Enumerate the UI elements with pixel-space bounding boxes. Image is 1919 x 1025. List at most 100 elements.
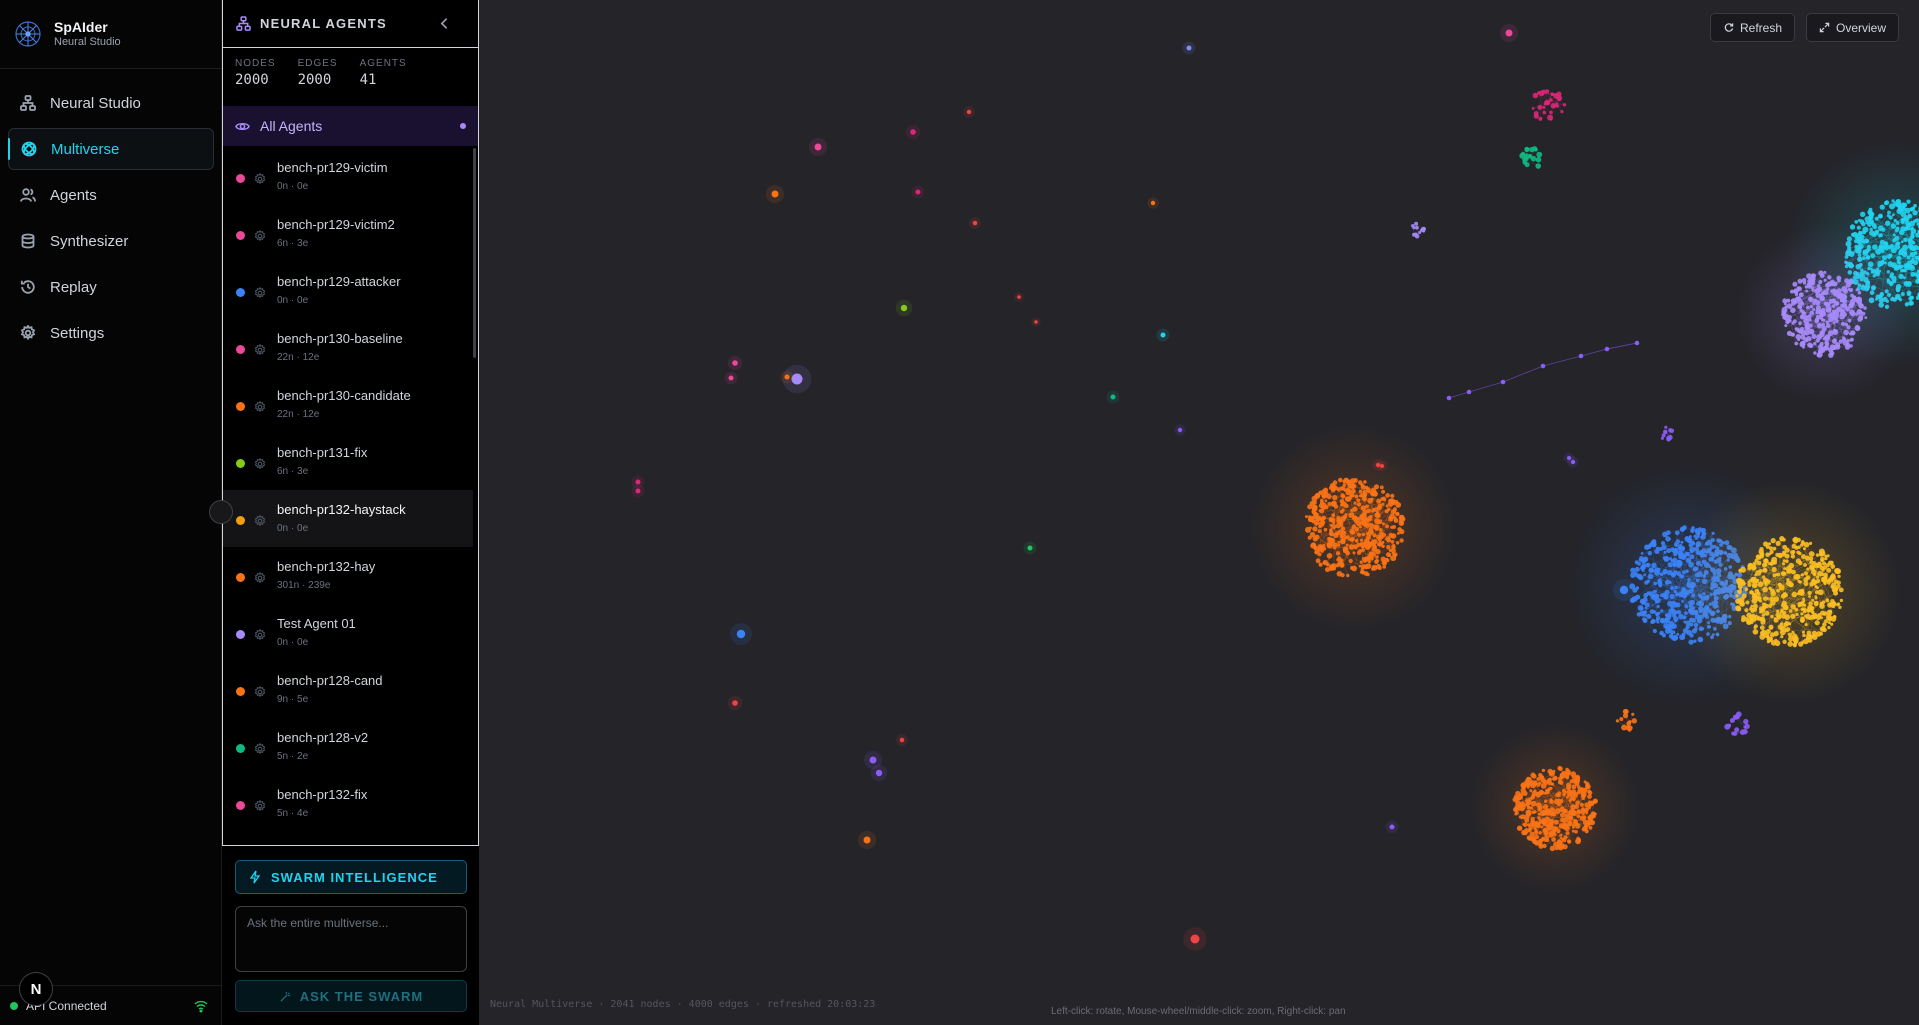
graph-node: [1664, 613, 1669, 617]
graph-node: [1584, 829, 1589, 834]
graph-node: [915, 189, 921, 195]
graph-node: [1847, 279, 1853, 286]
agent-list-item[interactable]: bench-pr130-candidate 22n · 12e: [223, 376, 473, 433]
graph-node: [1909, 207, 1913, 211]
graph-node: [1569, 810, 1576, 816]
user-avatar-badge[interactable]: N: [19, 972, 53, 1006]
nav-item-neural-studio[interactable]: Neural Studio: [8, 82, 214, 124]
agent-list-item[interactable]: bench-pr132-fix 5n · 4e: [223, 775, 473, 832]
graph-node: [1825, 563, 1830, 568]
agent-list[interactable]: bench-pr129-victim 0n · 0e bench-pr129-vic…: [223, 148, 473, 845]
agent-settings-icon[interactable]: [254, 629, 266, 641]
agent-settings-icon[interactable]: [254, 686, 266, 698]
chevron-left-icon[interactable]: [437, 16, 452, 31]
agent-list-item[interactable]: bench-pr129-victim 0n · 0e: [223, 148, 473, 205]
agent-settings-icon[interactable]: [254, 458, 266, 470]
graph-node: [1584, 802, 1590, 808]
overview-button[interactable]: Overview: [1806, 13, 1900, 42]
agent-list-item[interactable]: bench-pr129-victim2 6n · 3e: [223, 205, 473, 262]
graph-node: [1363, 571, 1369, 576]
agent-settings-icon[interactable]: [254, 287, 266, 299]
graph-node: [1538, 843, 1544, 849]
brand[interactable]: SpAIder Neural Studio: [14, 14, 121, 54]
graph-node: [1751, 582, 1758, 589]
graph-node: [1539, 810, 1546, 817]
agent-settings-icon[interactable]: [254, 800, 266, 812]
graph-node: [1339, 509, 1344, 514]
agent-list-item[interactable]: bench-pr132-hay 301n · 239e: [223, 547, 473, 604]
agent-settings-icon[interactable]: [254, 515, 266, 527]
agent-list-item[interactable]: bench-pr128-cand 9n · 5e: [223, 661, 473, 718]
graph-node: [1356, 542, 1361, 547]
graph-node: [1840, 321, 1845, 326]
graph-node: [1338, 520, 1344, 526]
graph-node: [1788, 562, 1795, 569]
stat-label: NODES: [235, 58, 276, 69]
agent-color-dot: [236, 744, 245, 753]
nav-item-multiverse[interactable]: Multiverse: [8, 128, 214, 170]
agent-settings-icon[interactable]: [254, 401, 266, 413]
graph-node: [1744, 587, 1749, 592]
graph-node: [1739, 597, 1745, 603]
graph-node: [1604, 346, 1610, 352]
nav-item-agents[interactable]: Agents: [8, 174, 214, 216]
agent-list-item[interactable]: bench-pr130-baseline 22n · 12e: [223, 319, 473, 376]
refresh-button[interactable]: Refresh: [1710, 13, 1796, 42]
graph-node: [1552, 769, 1556, 773]
graph-node: [1885, 220, 1891, 226]
graph-node: [1862, 230, 1867, 235]
agent-list-item[interactable]: bench-pr131-fix 6n · 3e: [223, 433, 473, 490]
collapse-panel-toggle[interactable]: [209, 500, 233, 524]
graph-node: [1565, 831, 1570, 836]
agent-settings-icon[interactable]: [254, 344, 266, 356]
agent-list-item[interactable]: Test Agent 01 0n · 0e: [223, 604, 473, 661]
agent-list-scrollbar[interactable]: [473, 148, 476, 358]
graph-node: [1825, 307, 1832, 313]
agent-settings-icon[interactable]: [254, 743, 266, 755]
graph-node: [1893, 218, 1897, 223]
graph-node: [1326, 543, 1331, 547]
graph-node: [1351, 488, 1356, 494]
graph-node: [1909, 251, 1916, 258]
graph-node: [1811, 611, 1815, 614]
graph-node: [1345, 490, 1351, 496]
nav-item-replay[interactable]: Replay: [8, 266, 214, 308]
graph-node: [1782, 639, 1787, 644]
agent-settings-icon[interactable]: [254, 572, 266, 584]
graph-node: [1535, 163, 1541, 169]
graph-node: [1354, 520, 1359, 524]
agent-list-item[interactable]: bench-pr132-haystack 0n · 0e: [223, 490, 473, 547]
graph-node: [1817, 613, 1822, 618]
graph-node: [1350, 530, 1356, 535]
agent-settings-icon[interactable]: [254, 173, 266, 185]
agent-list-item[interactable]: bench-pr128-v2 5n · 2e: [223, 718, 473, 775]
graph-node: [1358, 489, 1363, 494]
nav-item-synthesizer[interactable]: Synthesizer: [8, 220, 214, 262]
graph-node: [1814, 620, 1820, 626]
agent-list-item[interactable]: bench-pr129-attacker 0n · 0e: [223, 262, 473, 319]
ask-swarm-button[interactable]: ASK THE SWARM: [235, 980, 467, 1012]
graph-node: [1808, 551, 1815, 557]
multiverse-canvas[interactable]: Refresh Overview Neural Multiverse · 204…: [479, 0, 1919, 1025]
swarm-intelligence-button[interactable]: SWARM INTELLIGENCE: [235, 860, 467, 894]
graph-node: [1787, 641, 1793, 647]
graph-node: [1762, 577, 1769, 584]
nav-item-settings[interactable]: Settings: [8, 312, 214, 354]
graph-node: [1664, 425, 1668, 429]
graph-node: [1763, 558, 1769, 564]
graph-node: [1537, 104, 1543, 110]
all-agents-filter[interactable]: All Agents: [223, 106, 478, 146]
neural-graph[interactable]: [479, 0, 1919, 1025]
agent-settings-icon[interactable]: [254, 230, 266, 242]
graph-node: [1412, 226, 1416, 230]
graph-node: [1564, 790, 1567, 794]
graph-node: [1812, 301, 1816, 306]
graph-node: [1833, 338, 1837, 342]
graph-node: [1831, 304, 1836, 308]
ask-swarm-input[interactable]: [235, 906, 467, 972]
graph-node: [1827, 621, 1831, 625]
graph-node: [1794, 341, 1799, 346]
graph-node: [1360, 570, 1365, 574]
graph-node: [1366, 508, 1371, 514]
graph-node: [1903, 237, 1908, 243]
